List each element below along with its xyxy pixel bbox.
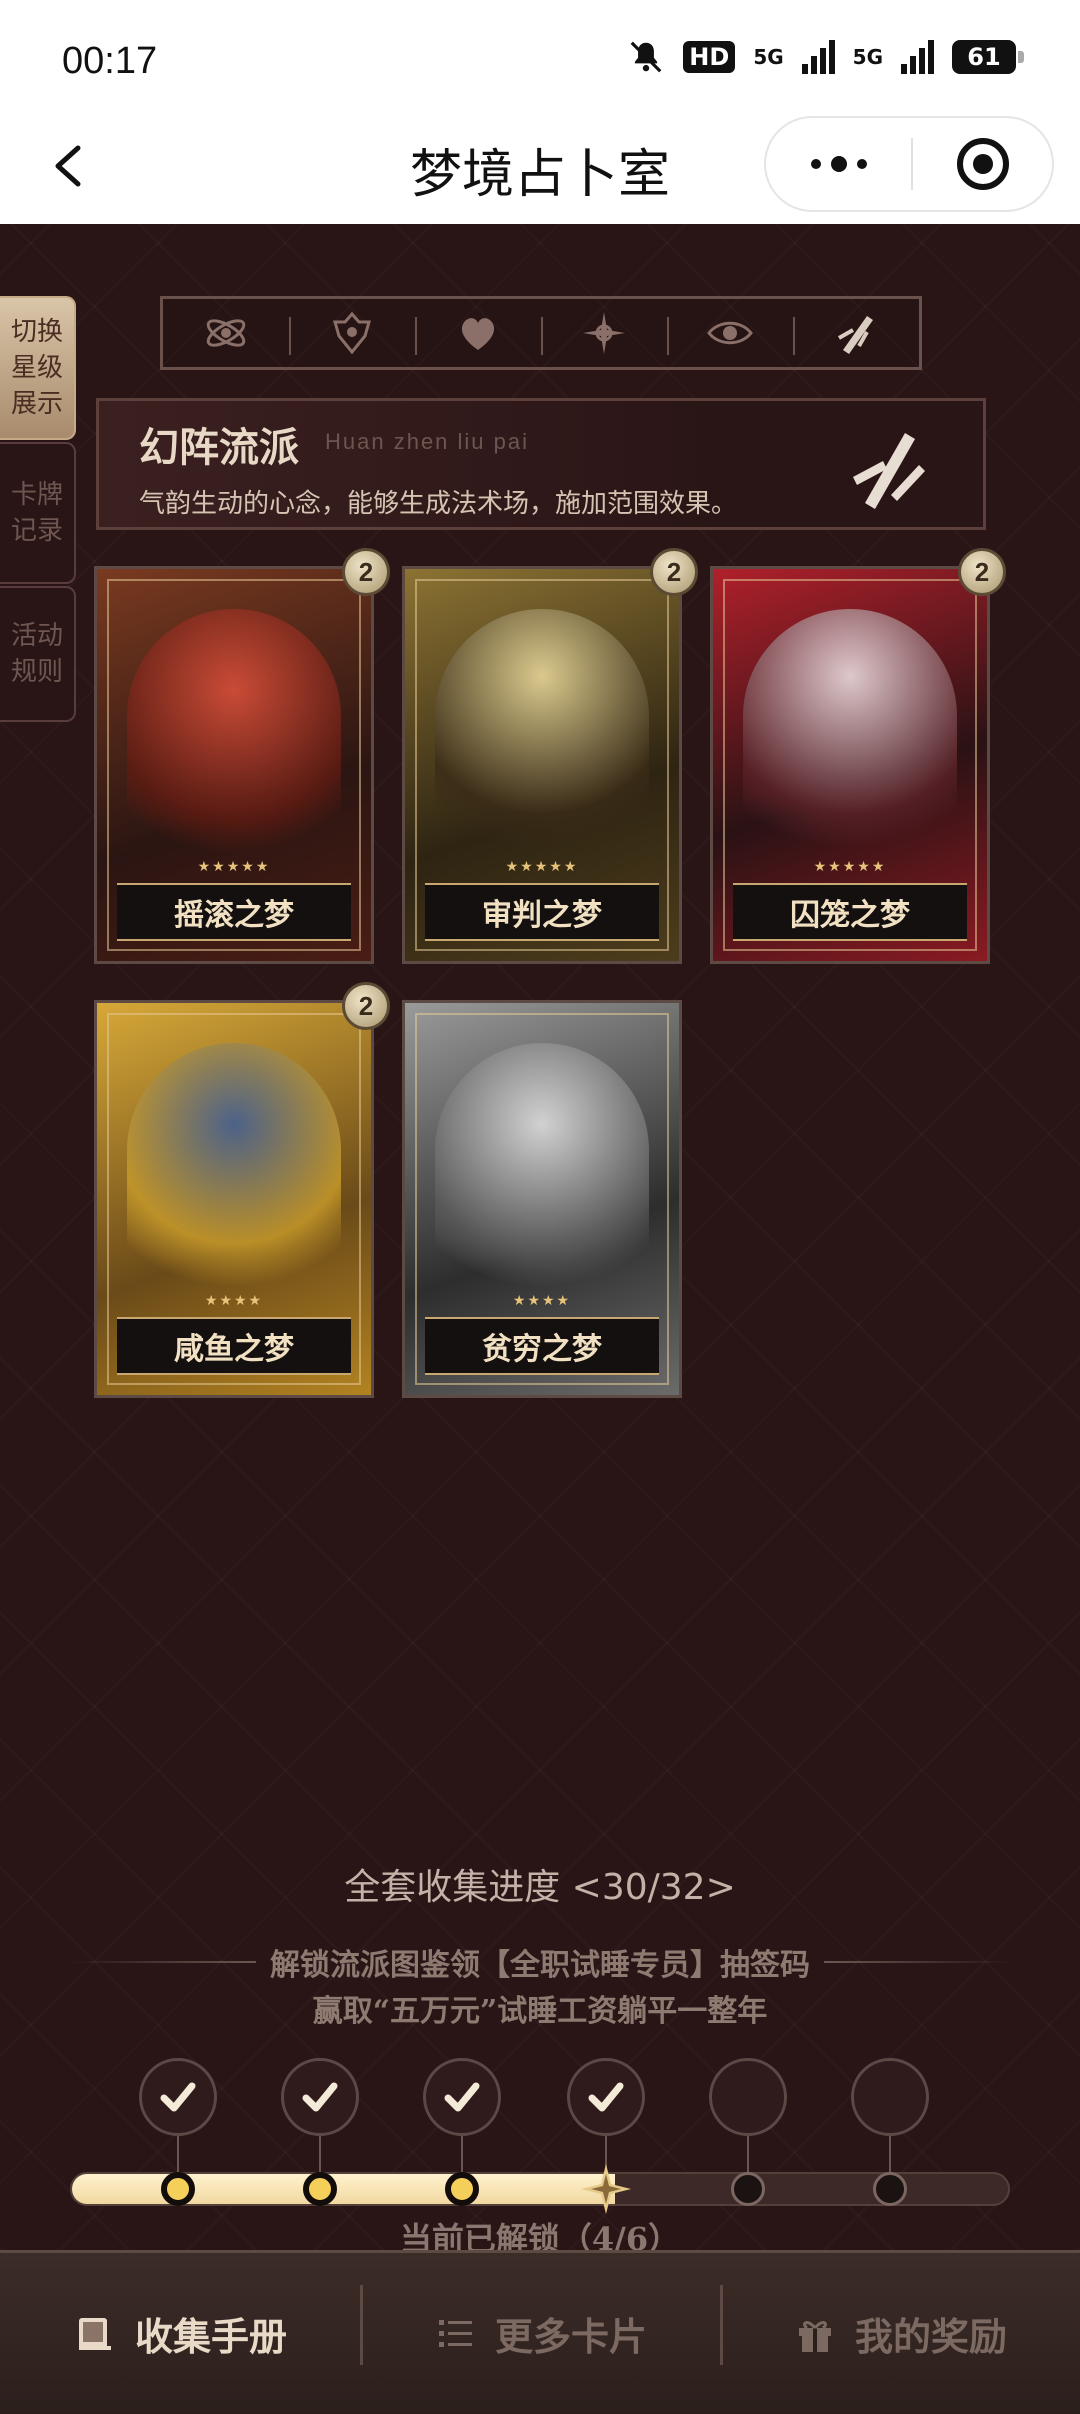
check-icon (444, 2082, 480, 2112)
bottom-tab-bar: 收集手册 更多卡片 我的奖励 (0, 2250, 1080, 2414)
card-name: 囚笼之梦 (733, 883, 967, 941)
faction-pinyin: Huan zhen liu pai (325, 429, 530, 454)
check-icon (160, 2082, 196, 2112)
card-name: 审判之梦 (425, 883, 659, 941)
tab-label: 收集手册 (134, 2314, 287, 2359)
net-label-1: 5G (753, 45, 784, 69)
collection-progress-title: 全套收集进度 <30/32> (344, 1867, 736, 1908)
tab-label: 更多卡片 (494, 2314, 647, 2359)
card-count-badge: 2 (650, 548, 698, 596)
decorative-rule (824, 1961, 1010, 1963)
dagger-icon (838, 316, 873, 354)
card-stars: ★★★★ (204, 1293, 264, 1309)
side-tab-label: 活动 规则 (10, 621, 63, 687)
heart-icon (461, 318, 495, 350)
tab-activity-rules[interactable]: 活动 规则 (0, 586, 76, 722)
unlock-reward-line: 解锁流派图鉴领【全职试睡专员】抽签码 (70, 1944, 1010, 1983)
signal-icon-2 (901, 40, 934, 74)
card-count-badge: 2 (342, 548, 390, 596)
net-label-2: 5G (852, 45, 883, 69)
progress-node (731, 2172, 765, 2206)
side-tab-label: 切换 星级 展示 (10, 317, 63, 419)
hd-badge: HD (683, 41, 736, 73)
current-progress-star-icon (581, 2164, 631, 2214)
card-count-badge: 2 (958, 548, 1006, 596)
progress-node (303, 2172, 337, 2206)
filter-orbit[interactable] (163, 299, 289, 367)
progress-node (161, 2172, 195, 2206)
filter-heart[interactable] (415, 299, 541, 367)
milestone-locked[interactable] (709, 2058, 787, 2136)
card-illustration (435, 609, 649, 879)
card-salted-fish-dream[interactable]: ★★★★ 咸鱼之梦 (94, 1000, 374, 1398)
card-stars: ★★★★ (512, 1293, 572, 1309)
gift-icon (798, 2320, 831, 2352)
filter-eye[interactable] (667, 299, 793, 367)
more-dots-icon (810, 156, 867, 172)
milestone-complete[interactable] (139, 2058, 217, 2136)
card-illustration (127, 609, 341, 879)
nav-bar: 梦境占卜室 (0, 112, 1080, 224)
filter-star-burst[interactable] (541, 299, 667, 367)
unlock-text: 解锁流派图鉴领【全职试睡专员】抽签码 (270, 1948, 810, 1983)
signal-icon (801, 40, 835, 74)
card-judgment-dream[interactable]: ★★★★★ 审判之梦 (402, 566, 682, 964)
milestone-complete[interactable] (567, 2058, 645, 2136)
milestone-complete[interactable] (281, 2058, 359, 2136)
battery-icon: 61 (952, 40, 1024, 74)
battery-level: 61 (967, 43, 1001, 71)
reward-text: 赢取“五万元”试睡工资躺平一整年 (312, 1994, 768, 2029)
side-tab-label: 卡牌 记录 (10, 480, 63, 546)
tab-more-cards[interactable]: 更多卡片 (360, 2253, 720, 2414)
card-rock-dream[interactable]: ★★★★★ 摇滚之梦 (94, 566, 374, 964)
tab-card-record[interactable]: 卡牌 记录 (0, 442, 76, 584)
card-illustration (435, 1043, 649, 1313)
card-illustration (127, 1043, 341, 1313)
tab-label: 我的奖励 (854, 2314, 1007, 2359)
eye-icon (707, 321, 753, 345)
card-stars: ★★★★★ (505, 859, 579, 875)
card-poverty-dream[interactable]: ★★★★ 贫穷之梦 (402, 1000, 682, 1398)
faction-name: 幻阵流派 (139, 424, 299, 471)
status-bar: 00:17 HD 5G 5G 61 (0, 0, 1080, 112)
card-illustration (743, 609, 957, 879)
check-icon (302, 2082, 338, 2112)
progress-fill (72, 2174, 615, 2204)
card-name: 摇滚之梦 (117, 883, 351, 941)
card-count-badge: 2 (342, 982, 390, 1030)
faction-description: 气韵生动的心念，能够生成法术场，施加范围效果。 (139, 489, 738, 519)
milestone-locked[interactable] (851, 2058, 929, 2136)
target-close-icon (956, 138, 1009, 190)
status-time: 00:17 (62, 40, 158, 82)
faction-filter-bar (160, 296, 922, 370)
faction-info: 幻阵流派 Huan zhen liu pai 气韵生动的心念，能够生成法术场，施… (96, 398, 986, 530)
card-stars: ★★★★★ (813, 859, 887, 875)
filter-dagger[interactable] (793, 299, 919, 367)
check-icon (588, 2082, 624, 2112)
card-name: 贫穷之梦 (425, 1317, 659, 1375)
status-icons: HD 5G 5G 61 (627, 38, 1024, 76)
tab-my-rewards[interactable]: 我的奖励 (720, 2253, 1080, 2414)
faction-emblem-icon (853, 433, 925, 509)
star-burst-icon (583, 312, 625, 354)
progress-node (873, 2172, 907, 2206)
mute-bell-icon (627, 38, 665, 76)
tab-collection-handbook[interactable]: 收集手册 (0, 2253, 360, 2414)
more-button[interactable] (766, 118, 911, 210)
card-name: 咸鱼之梦 (117, 1317, 351, 1375)
card-stars: ★★★★★ (197, 859, 271, 875)
crest-icon (333, 311, 371, 355)
mini-program-capsule (764, 116, 1054, 212)
progress-node (445, 2172, 479, 2206)
decorative-rule (70, 1961, 256, 1963)
orbit-icon (206, 319, 246, 347)
close-button[interactable] (913, 118, 1052, 210)
filter-crest[interactable] (289, 299, 415, 367)
card-cage-dream[interactable]: ★★★★★ 囚笼之梦 (710, 566, 990, 964)
progress-track (70, 2172, 1010, 2206)
list-icon (438, 2319, 472, 2347)
milestone-complete[interactable] (423, 2058, 501, 2136)
book-icon (78, 2317, 111, 2350)
tab-switch-star-display[interactable]: 切换 星级 展示 (0, 296, 76, 440)
